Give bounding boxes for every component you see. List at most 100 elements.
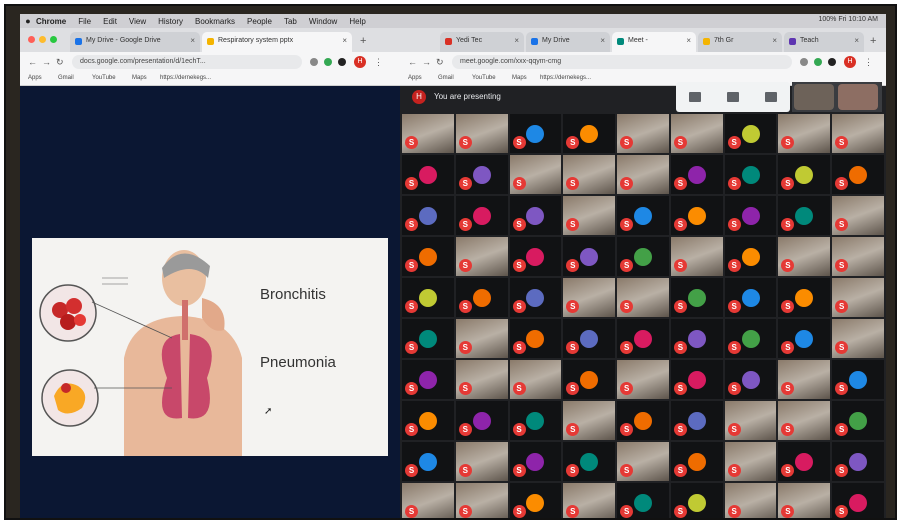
bookmark-youtube[interactable]: YouTube — [472, 75, 496, 81]
tab-teach[interactable]: Teach × — [784, 32, 864, 52]
menu-window[interactable]: Window — [309, 17, 337, 26]
participant-tile[interactable]: S — [778, 278, 831, 317]
participant-tile[interactable]: S — [724, 114, 777, 153]
back-icon[interactable]: ← — [28, 57, 37, 67]
participant-tile[interactable]: S — [778, 237, 831, 276]
participant-tile[interactable]: S — [724, 360, 777, 399]
participant-tile[interactable]: S — [563, 196, 616, 235]
bookmark-youtube[interactable]: YouTube — [92, 75, 116, 81]
menu-history[interactable]: History — [158, 17, 183, 26]
participant-tile[interactable]: S — [670, 442, 723, 481]
tab-7th-grade[interactable]: 7th Gr × — [698, 32, 782, 52]
close-window-icon[interactable] — [28, 36, 35, 43]
participant-tile[interactable]: S — [455, 237, 508, 276]
zoom-window-icon[interactable] — [50, 36, 57, 43]
people-icon[interactable] — [727, 92, 739, 102]
participant-tile[interactable]: S — [563, 401, 616, 440]
bookmark-gmail[interactable]: Gmail — [58, 75, 74, 81]
participant-tile[interactable]: S — [563, 483, 616, 518]
grid-layout-icon[interactable] — [689, 92, 701, 102]
tab-my-drive[interactable]: My Drive - Google Drive × — [70, 32, 200, 52]
tab-respiratory-slides[interactable]: Respiratory system pptx × — [202, 32, 352, 52]
extension-icon[interactable] — [338, 58, 346, 66]
more-menu-icon[interactable]: ⋮ — [864, 57, 873, 68]
bookmark-maps[interactable]: Maps — [512, 75, 527, 81]
participant-tile[interactable]: S — [402, 401, 454, 440]
close-tab-icon[interactable]: × — [854, 36, 859, 45]
minimize-window-icon[interactable] — [39, 36, 46, 43]
tab-yedi[interactable]: Yedi Tec × — [440, 32, 524, 52]
participant-tile[interactable]: S — [455, 278, 508, 317]
participant-tile[interactable]: S — [617, 319, 669, 358]
extension-icon[interactable] — [828, 58, 836, 66]
participant-tile[interactable]: S — [617, 401, 669, 440]
bookmark-maps[interactable]: Maps — [132, 75, 147, 81]
bookmark-gmail[interactable]: Gmail — [438, 75, 454, 81]
participant-tile[interactable]: S — [724, 442, 777, 481]
participant-tile[interactable]: S — [832, 442, 884, 481]
participant-tile[interactable]: S — [563, 442, 616, 481]
participant-tile[interactable]: S — [617, 483, 669, 518]
menu-edit[interactable]: Edit — [103, 17, 117, 26]
participant-tile[interactable]: S — [724, 278, 777, 317]
profile-avatar[interactable]: H — [844, 56, 856, 68]
close-tab-icon[interactable]: × — [600, 36, 605, 45]
participant-tile[interactable]: S — [509, 360, 562, 399]
extension-icon[interactable] — [800, 58, 808, 66]
participant-tile[interactable]: S — [563, 319, 616, 358]
participant-tile[interactable]: S — [670, 278, 723, 317]
participant-tile[interactable]: S — [724, 237, 777, 276]
participant-tile[interactable]: S — [832, 278, 884, 317]
close-tab-icon[interactable]: × — [772, 36, 777, 45]
menu-file[interactable]: File — [78, 17, 91, 26]
participant-tile[interactable]: S — [724, 401, 777, 440]
new-tab-icon[interactable]: + — [360, 35, 366, 47]
participant-tile[interactable]: S — [670, 237, 723, 276]
participant-tile[interactable]: S — [724, 155, 777, 194]
participant-tile[interactable]: S — [724, 483, 777, 518]
more-menu-icon[interactable]: ⋮ — [374, 57, 383, 68]
participant-tile[interactable]: S — [670, 360, 723, 399]
menu-people[interactable]: People — [247, 17, 272, 26]
participant-tile[interactable]: S — [455, 319, 508, 358]
close-tab-icon[interactable]: × — [514, 36, 519, 45]
participant-tile[interactable]: S — [778, 155, 831, 194]
participant-tile[interactable]: S — [509, 237, 562, 276]
participant-tile[interactable]: S — [402, 483, 454, 518]
participant-tile[interactable]: S — [617, 114, 669, 153]
participant-tile[interactable]: S — [563, 278, 616, 317]
participant-tile[interactable]: S — [402, 196, 454, 235]
participant-tile[interactable]: S — [563, 155, 616, 194]
back-icon[interactable]: ← — [408, 57, 417, 67]
participant-tile[interactable]: S — [509, 442, 562, 481]
participant-tile[interactable]: S — [455, 483, 508, 518]
url-field[interactable]: meet.google.com/xxx-qqym-cmg — [452, 55, 792, 69]
participant-tile[interactable]: S — [563, 114, 616, 153]
participant-tile[interactable]: S — [778, 360, 831, 399]
tab-meet[interactable]: Meet - × — [612, 32, 696, 52]
participant-tile[interactable]: S — [509, 196, 562, 235]
close-tab-icon[interactable]: × — [190, 36, 195, 45]
participant-tile[interactable]: S — [832, 401, 884, 440]
participant-tile[interactable]: S — [670, 319, 723, 358]
participant-tile[interactable]: S — [402, 114, 454, 153]
participant-tile[interactable]: S — [509, 114, 562, 153]
participant-tile[interactable]: S — [455, 442, 508, 481]
participant-tile[interactable]: S — [832, 237, 884, 276]
participant-tile[interactable]: S — [832, 360, 884, 399]
participant-tile[interactable]: S — [617, 360, 669, 399]
apple-icon[interactable]: ● — [20, 16, 36, 26]
participant-tile[interactable]: S — [617, 196, 669, 235]
participant-tile[interactable]: S — [455, 196, 508, 235]
participant-tile[interactable]: S — [778, 483, 831, 518]
participant-tile[interactable]: S — [402, 442, 454, 481]
chat-icon[interactable] — [765, 92, 777, 102]
participant-tile[interactable]: S — [455, 401, 508, 440]
menu-chrome[interactable]: Chrome — [36, 17, 66, 26]
tab-my-drive[interactable]: My Drive × — [526, 32, 610, 52]
participant-tile[interactable]: S — [617, 278, 669, 317]
participant-tile[interactable]: S — [670, 196, 723, 235]
participant-tile[interactable]: S — [509, 278, 562, 317]
participant-tile[interactable]: S — [402, 155, 454, 194]
participant-tile[interactable]: S — [402, 360, 454, 399]
